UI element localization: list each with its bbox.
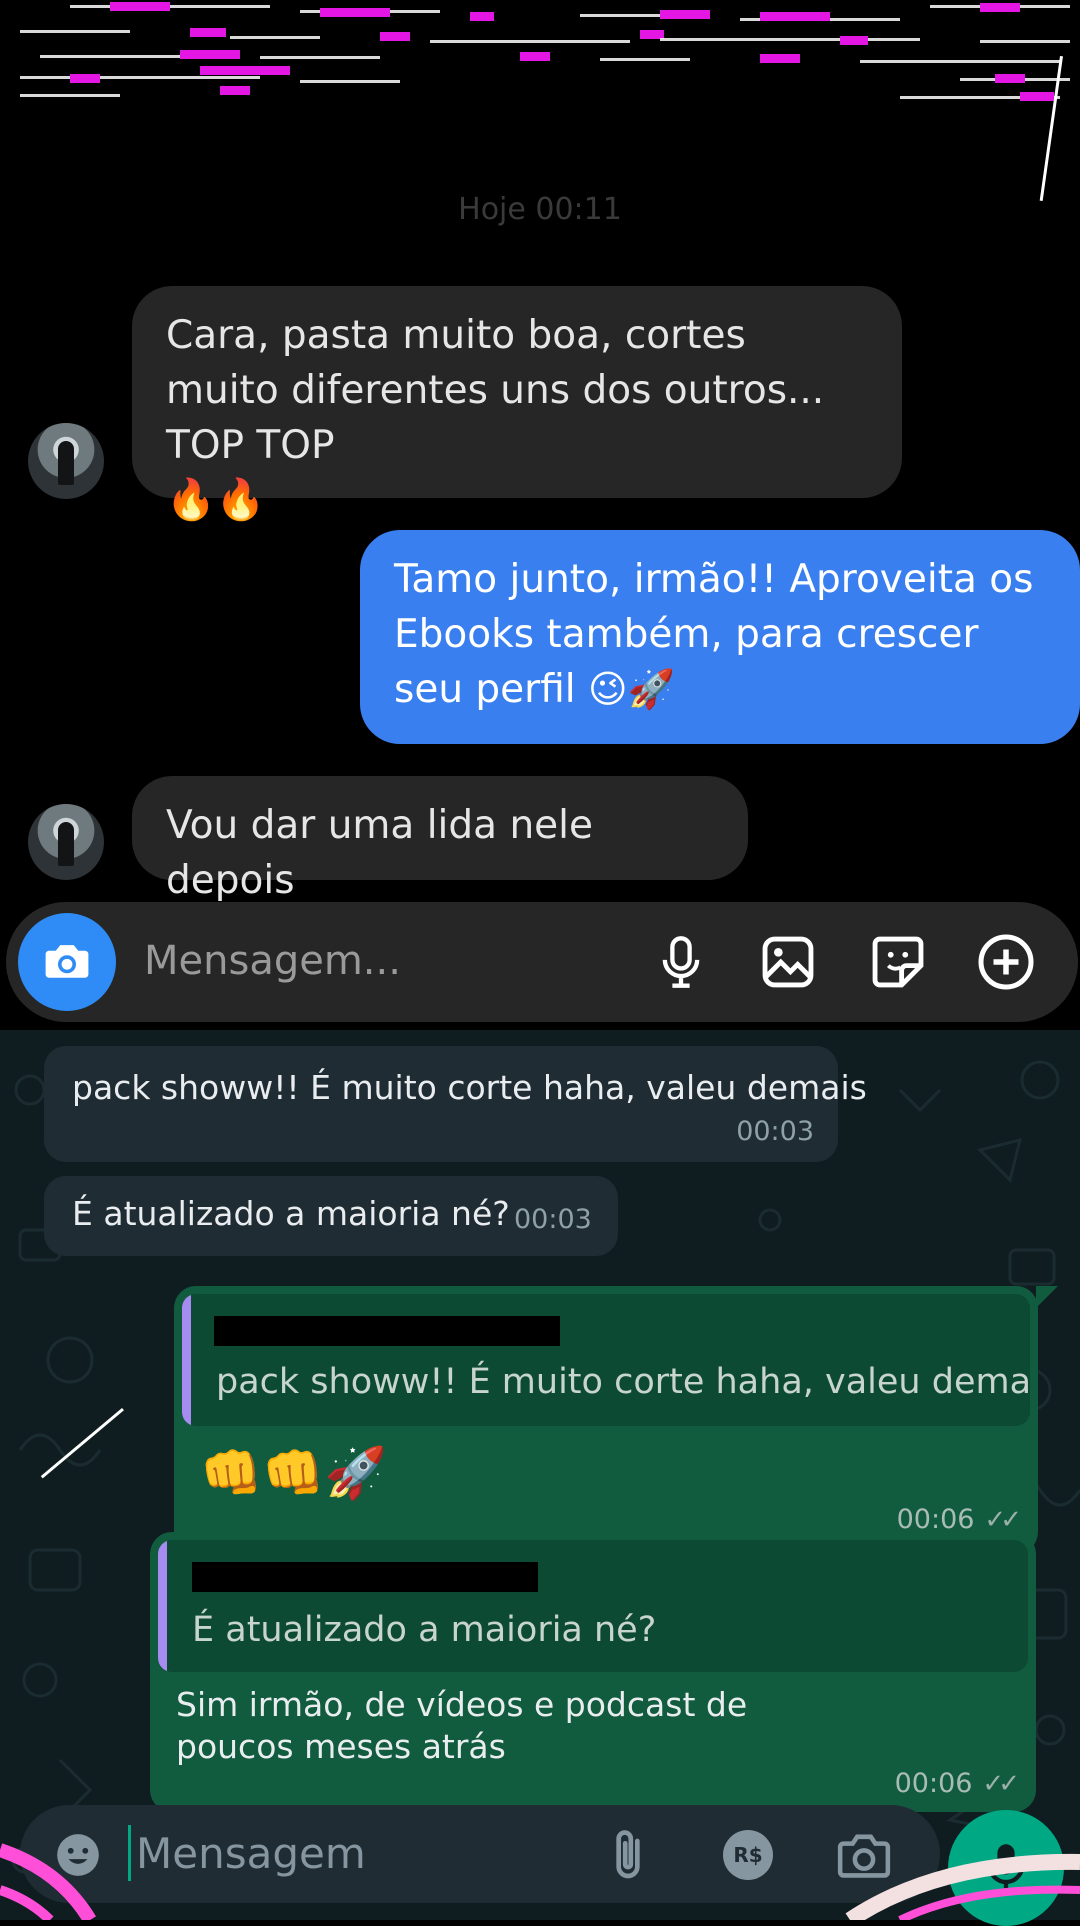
currency-label: R$ bbox=[733, 1843, 763, 1867]
text-cursor bbox=[128, 1825, 131, 1881]
whatsapp-chat-screenshot: pack showw!! É muito corte haha, valeu d… bbox=[0, 1030, 1080, 1920]
outgoing-reply-bubble[interactable]: pack showw!! É muito corte haha, valeu d… bbox=[174, 1286, 1038, 1554]
incoming-message-bubble[interactable]: Vou dar uma lida nele depois bbox=[132, 776, 748, 903]
decorative-arc bbox=[0, 1843, 97, 1920]
gallery-button[interactable] bbox=[758, 932, 818, 992]
quoted-text: pack showw!! É muito corte haha, valeu d… bbox=[216, 1362, 1030, 1402]
message-composer[interactable]: Mensagem... bbox=[6, 902, 1078, 1022]
camera-icon bbox=[45, 945, 89, 978]
sticker-button[interactable] bbox=[868, 932, 928, 992]
message-emoji: 👊👊🚀 bbox=[200, 1444, 387, 1502]
message-emoji: 😉🚀 bbox=[588, 667, 675, 711]
message-text: Vou dar uma lida nele depois bbox=[166, 803, 593, 903]
message-text: pack showw!! É muito corte haha, valeu d… bbox=[72, 1068, 867, 1107]
glitch-decoration bbox=[0, 0, 1080, 120]
chat-timestamp: Hoje 00:11 bbox=[458, 192, 622, 227]
quoted-text: É atualizado a maioria né? bbox=[192, 1610, 657, 1650]
incoming-message-bubble[interactable]: Cara, pasta muito boa, cortes muito dife… bbox=[132, 286, 902, 523]
attach-button[interactable] bbox=[600, 1827, 656, 1883]
redacted-sender-name bbox=[214, 1316, 560, 1346]
quoted-message[interactable]: É atualizado a maioria né? bbox=[158, 1540, 1028, 1672]
read-receipt-icon: ✓✓ bbox=[984, 1505, 1021, 1535]
message-time: 00:03 bbox=[736, 1116, 814, 1147]
outgoing-reply-bubble[interactable]: É atualizado a maioria né? Sim irmão, de… bbox=[150, 1532, 1036, 1812]
add-button[interactable] bbox=[976, 932, 1036, 992]
message-emoji: 🔥🔥 bbox=[166, 477, 266, 523]
instagram-dm-screenshot: Hoje 00:11 Cara, pasta muito boa, cortes… bbox=[0, 0, 1080, 1030]
incoming-message-bubble[interactable]: pack showw!! É muito corte haha, valeu d… bbox=[44, 1046, 867, 1162]
message-input[interactable]: Mensagem bbox=[136, 1829, 366, 1878]
microphone-icon bbox=[662, 936, 700, 988]
contact-avatar[interactable] bbox=[28, 804, 104, 880]
decorative-arc bbox=[845, 1853, 1080, 1920]
bubble-tail bbox=[1036, 1286, 1058, 1308]
message-text: Cara, pasta muito boa, cortes muito dife… bbox=[166, 313, 825, 468]
quote-accent-bar bbox=[158, 1540, 167, 1672]
message-text: É atualizado a maioria né? bbox=[72, 1194, 510, 1233]
sticker-icon bbox=[872, 936, 924, 988]
microphone-button[interactable] bbox=[651, 932, 711, 992]
camera-button[interactable] bbox=[18, 913, 116, 1011]
quoted-message[interactable]: pack showw!! É muito corte haha, valeu d… bbox=[182, 1294, 1030, 1426]
message-time: 00:06 ✓✓ bbox=[894, 1768, 1020, 1799]
message-input[interactable]: Mensagem... bbox=[144, 938, 401, 984]
redacted-sender-name bbox=[192, 1562, 538, 1592]
message-time: 00:03 bbox=[514, 1204, 592, 1235]
outgoing-message-bubble[interactable]: Tamo junto, irmão!! Aproveita os Ebooks … bbox=[360, 530, 1080, 744]
payment-icon: R$ bbox=[723, 1830, 773, 1880]
message-text: Sim irmão, de vídeos e podcast de poucos… bbox=[176, 1685, 748, 1766]
whatsapp-composer[interactable]: Mensagem R$ bbox=[20, 1805, 940, 1903]
quote-accent-bar bbox=[182, 1294, 191, 1426]
gallery-icon bbox=[762, 936, 814, 988]
message-text: Tamo junto, irmão!! Aproveita os Ebooks … bbox=[394, 557, 1034, 712]
contact-avatar[interactable] bbox=[28, 423, 104, 499]
incoming-message-bubble[interactable]: É atualizado a maioria né? 00:03 bbox=[44, 1176, 618, 1256]
read-receipt-icon: ✓✓ bbox=[982, 1769, 1019, 1799]
message-time: 00:06 ✓✓ bbox=[896, 1504, 1022, 1535]
payment-button[interactable]: R$ bbox=[720, 1827, 776, 1883]
attach-icon bbox=[616, 1830, 640, 1879]
plus-icon bbox=[978, 934, 1034, 990]
